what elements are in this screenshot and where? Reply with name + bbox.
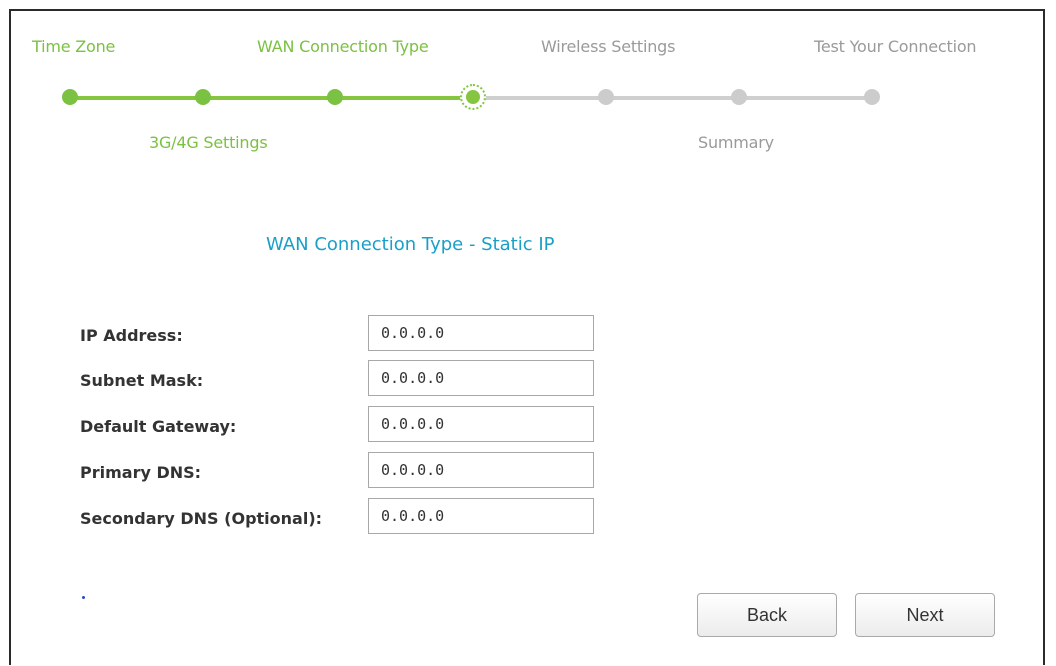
step-summary: Summary [698,133,774,152]
primary-dns-input[interactable] [368,452,594,488]
back-button[interactable]: Back [697,593,837,637]
step-dot-wireless-settings [598,89,614,105]
default-gateway-label: Default Gateway: [80,417,237,436]
step-3g4g-settings: 3G/4G Settings [149,133,268,152]
ip-address-label: IP Address: [80,326,183,345]
form-title: WAN Connection Type - Static IP [266,234,555,255]
decorative-dot [82,596,85,599]
step-time-zone: Time Zone [32,37,116,56]
subnet-mask-input[interactable] [368,360,594,396]
step-test-your-connection: Test Your Connection [814,37,977,56]
primary-dns-label: Primary DNS: [80,463,202,482]
step-dot-current [460,84,486,110]
progress-track-complete [70,96,470,100]
subnet-mask-label: Subnet Mask: [80,371,204,390]
step-dot-wan-connection-type [327,89,343,105]
step-dot-summary [731,89,747,105]
secondary-dns-input[interactable] [368,498,594,534]
step-dot-test-your-connection [864,89,880,105]
step-dot-3g4g-settings [195,89,211,105]
step-wan-connection-type: WAN Connection Type [257,37,429,56]
step-dot-time-zone [62,89,78,105]
next-button[interactable]: Next [855,593,995,637]
default-gateway-input[interactable] [368,406,594,442]
progress-track-remaining [470,96,872,100]
secondary-dns-label: Secondary DNS (Optional): [80,509,323,528]
ip-address-input[interactable] [368,315,594,351]
step-wireless-settings: Wireless Settings [541,37,676,56]
